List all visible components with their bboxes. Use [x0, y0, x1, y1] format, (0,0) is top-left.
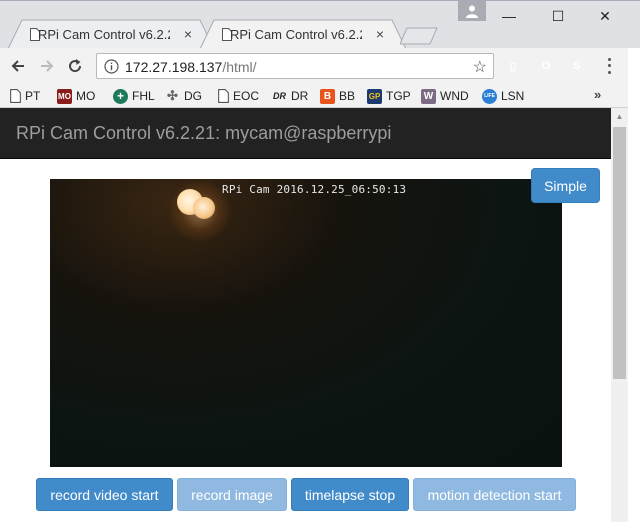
- page-scrollbar[interactable]: ▲: [611, 108, 628, 522]
- bookmark-label: BB: [339, 89, 356, 103]
- tab-close-icon[interactable]: ×: [184, 26, 192, 42]
- tab-active[interactable]: RPi Cam Control v6.2.21: mycam@raspberry…: [200, 19, 406, 49]
- bookmark-label: TGP: [386, 89, 411, 103]
- motion-detection-start-button[interactable]: motion detection start: [413, 478, 576, 511]
- tab-title: RPi Cam Control v6.2.21: mycam@raspberry…: [38, 26, 170, 42]
- script-extension-icon[interactable]: ▯: [504, 57, 522, 75]
- lsn-icon: LIFE: [482, 88, 497, 104]
- bookmarks-overflow-icon[interactable]: »: [594, 87, 601, 102]
- page-icon: [10, 89, 21, 103]
- bb-icon: B: [320, 88, 335, 104]
- arrow-left-icon: [11, 60, 24, 72]
- bookmark-dr[interactable]: DR DR: [272, 87, 308, 105]
- address-bar[interactable]: 172.27.198.137/html/ ☆: [96, 53, 494, 79]
- record-video-start-button[interactable]: record video start: [36, 478, 173, 511]
- scrollbar-thumb[interactable]: [613, 127, 626, 379]
- tgp-icon: GP: [367, 88, 382, 104]
- tab-close-icon[interactable]: ×: [376, 26, 384, 42]
- bookmark-label: MO: [76, 89, 96, 103]
- reload-icon: [69, 59, 82, 73]
- bookmark-label: PT: [25, 89, 41, 103]
- bookmark-label: DG: [184, 89, 202, 103]
- page-icon: [218, 89, 229, 103]
- wnd-icon: W: [421, 88, 436, 104]
- navbar: RPi Cam Control v6.2.21: mycam@raspberry…: [0, 108, 611, 159]
- bookmark-wnd[interactable]: W WND: [421, 87, 469, 105]
- bookmark-label: FHL: [132, 89, 155, 103]
- page-content: RPi Cam Control v6.2.21: mycam@raspberry…: [0, 108, 611, 522]
- info-icon[interactable]: [104, 59, 119, 74]
- fhl-icon: +: [113, 88, 128, 104]
- bookmark-mo[interactable]: MO MO: [57, 87, 95, 105]
- bookmarks-bar: PT MO MO + FHL ✣ DG EOC DR DR B BB GP TG…: [0, 84, 640, 108]
- tab-title: RPi Cam Control v6.2.21: mycam@raspberry…: [230, 26, 362, 42]
- skype-extension-icon[interactable]: S: [568, 57, 586, 75]
- simple-button[interactable]: Simple: [531, 168, 600, 203]
- timelapse-stop-button[interactable]: timelapse stop: [291, 478, 409, 511]
- new-tab-button[interactable]: [400, 27, 438, 45]
- bookmark-label: LSN: [501, 89, 525, 103]
- bookmark-label: WND: [440, 89, 469, 103]
- bookmark-star-icon[interactable]: ☆: [473, 57, 487, 77]
- minimize-button[interactable]: —: [486, 1, 532, 31]
- browser-toolbar: 172.27.198.137/html/ ☆ ▯ O S: [0, 48, 640, 84]
- bookmark-eoc[interactable]: EOC: [218, 87, 259, 105]
- user-icon: [466, 5, 478, 18]
- close-button[interactable]: ✕: [582, 1, 628, 31]
- window-border: [628, 48, 640, 522]
- bookmark-lsn[interactable]: LIFE LSN: [482, 87, 524, 105]
- camera-preview[interactable]: RPi Cam 2016.12.25_06:50:13: [50, 179, 562, 467]
- bookmark-tgp[interactable]: GP TGP: [367, 87, 411, 105]
- back-button[interactable]: [6, 54, 30, 78]
- dg-icon: ✣: [167, 88, 178, 103]
- forward-button[interactable]: [35, 54, 59, 78]
- bookmark-label: EOC: [233, 89, 260, 103]
- reload-button[interactable]: [63, 54, 87, 78]
- light-spot: [193, 197, 215, 219]
- bookmark-label: DR: [291, 89, 309, 103]
- url-text: 172.27.198.137/html/: [125, 59, 257, 75]
- arrow-right-icon: [41, 60, 54, 72]
- mo-icon: MO: [57, 88, 72, 104]
- bookmark-bb[interactable]: B BB: [320, 87, 355, 105]
- url-host: 172.27.198.137: [125, 59, 223, 75]
- url-path: /html/: [222, 59, 257, 75]
- bookmark-dg[interactable]: ✣ DG: [165, 87, 202, 105]
- tab-inactive[interactable]: RPi Cam Control v6.2.21: mycam@raspberry…: [8, 19, 214, 49]
- bookmark-fhl[interactable]: + FHL: [113, 87, 155, 105]
- preview-timestamp: RPi Cam 2016.12.25_06:50:13: [222, 183, 407, 196]
- scroll-up-icon[interactable]: ▲: [611, 108, 628, 125]
- maximize-button[interactable]: ☐: [535, 1, 581, 31]
- menu-icon[interactable]: [604, 56, 614, 76]
- bookmark-pt[interactable]: PT: [10, 87, 40, 105]
- page-title[interactable]: RPi Cam Control v6.2.21: mycam@raspberry…: [16, 123, 391, 144]
- profile-icon[interactable]: [458, 1, 486, 21]
- record-image-button[interactable]: record image: [177, 478, 287, 511]
- dr-icon: DR: [273, 91, 286, 101]
- tab-strip: RPi Cam Control v6.2.21: mycam@raspberry…: [0, 0, 640, 49]
- opera-extension-icon[interactable]: O: [537, 57, 555, 75]
